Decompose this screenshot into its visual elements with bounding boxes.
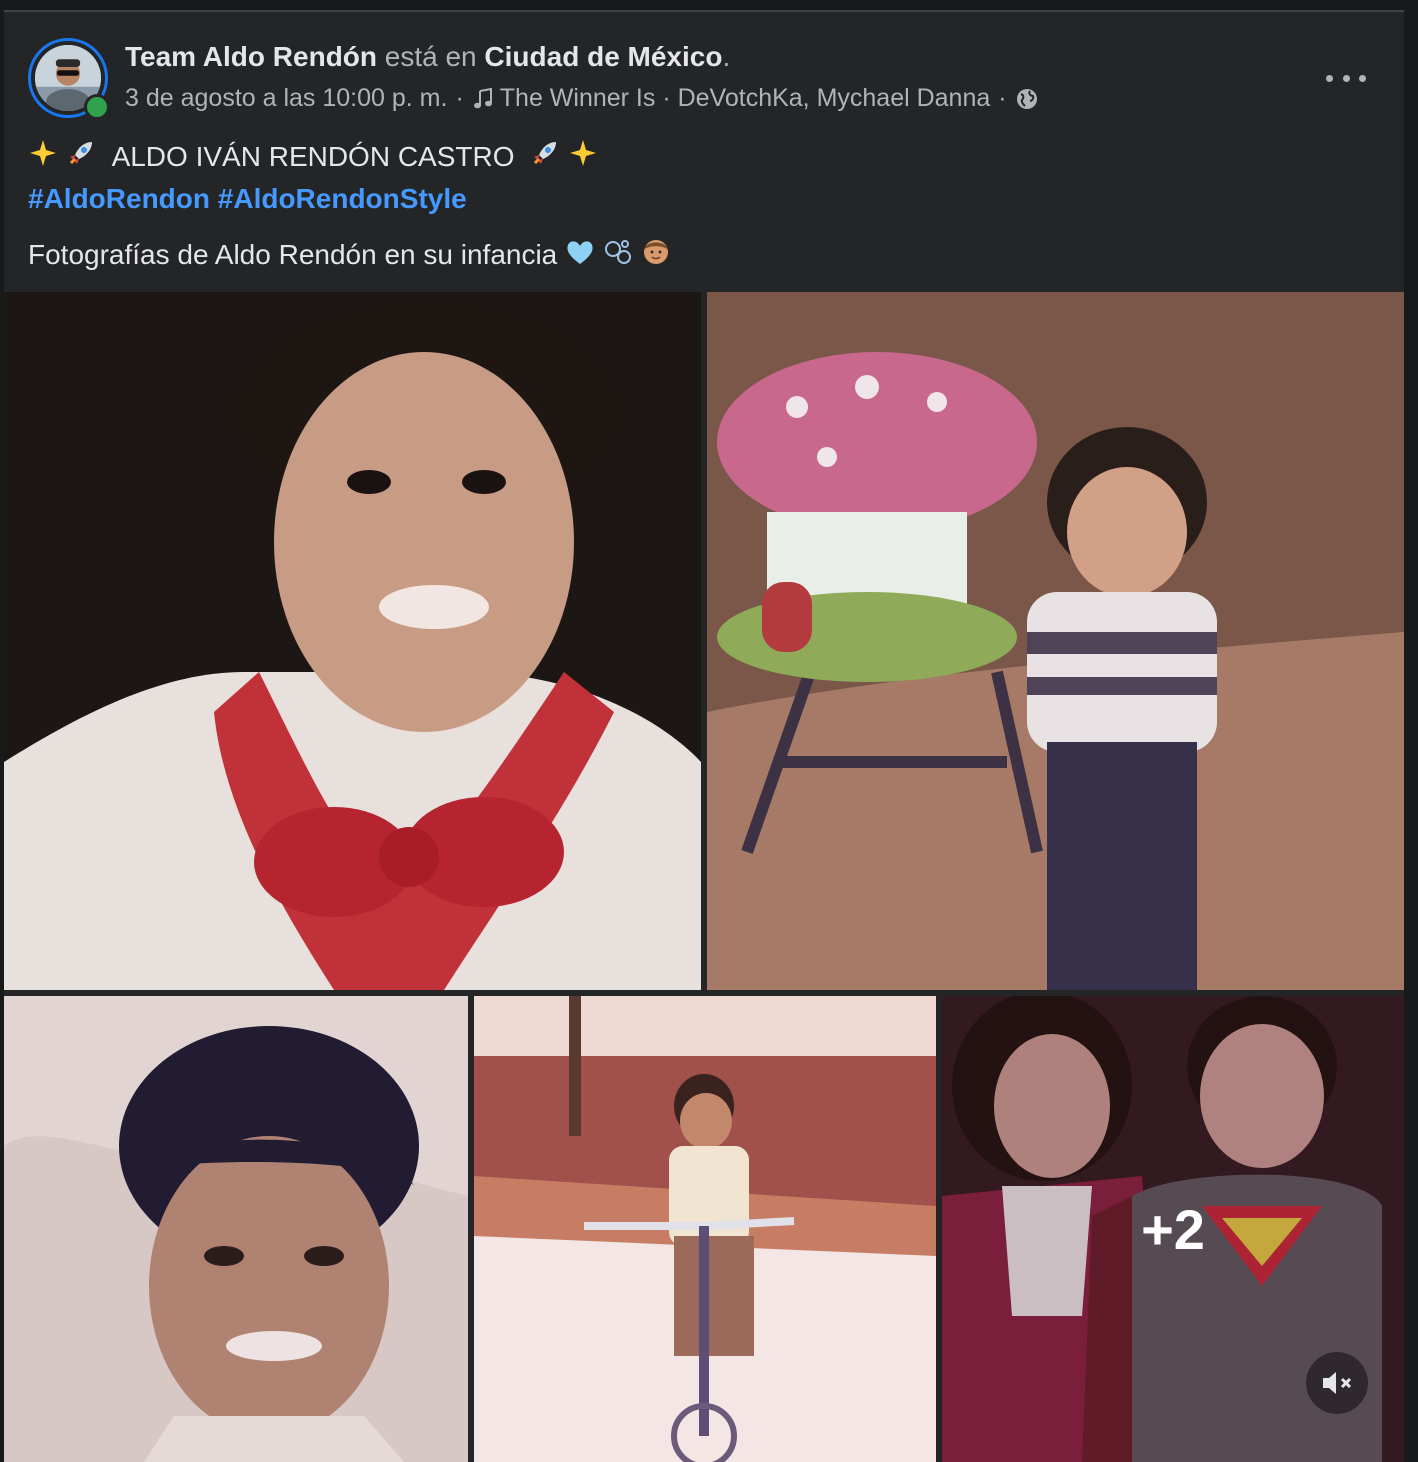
location-link[interactable]: Ciudad de México <box>484 41 722 72</box>
post-header: Team Aldo Rendón está en Ciudad de Méxic… <box>28 38 1384 128</box>
glowing-star-icon <box>28 138 58 179</box>
hashtag-link[interactable]: #AldoRendonStyle <box>218 183 467 214</box>
hashtags-row: #AldoRendon #AldoRendonStyle <box>28 179 1380 219</box>
more-dot <box>1359 74 1366 82</box>
connector-text: está en <box>384 41 477 72</box>
photo-toddler-mushroom-chair <box>707 292 1404 990</box>
title-period: . <box>722 41 731 72</box>
meta-separator: · <box>455 84 464 112</box>
meta-separator: · <box>998 84 1007 112</box>
post-title-line: Team Aldo Rendón está en Ciudad de Méxic… <box>125 41 730 73</box>
post-meta: 3 de agosto a las 10:00 p. m. · The Winn… <box>125 84 1039 113</box>
boy-face-icon <box>641 236 671 277</box>
more-dot <box>1326 74 1333 82</box>
rocket-icon <box>66 138 96 179</box>
gallery-photo[interactable] <box>4 996 468 1462</box>
music-note-icon <box>472 87 494 110</box>
more-options-button[interactable] <box>1326 66 1366 90</box>
gallery-photo[interactable]: +2 <box>942 996 1404 1462</box>
more-photos-count: +2 <box>1141 1197 1205 1261</box>
glowing-star-icon <box>568 138 598 179</box>
music-track-link[interactable]: The Winner Is · DeVotchKa, Mychael Danna <box>500 84 991 113</box>
online-status-indicator <box>84 94 110 120</box>
post-caption: Fotografías de Aldo Rendón en su infanci… <box>28 239 558 271</box>
gallery-photo[interactable] <box>707 292 1404 990</box>
photo-boy-bicycle <box>474 996 936 1462</box>
gallery-photo[interactable] <box>474 996 936 1462</box>
post-caption-row: Fotografías de Aldo Rendón en su infanci… <box>28 235 1380 277</box>
hashtag-link[interactable]: #AldoRendon <box>28 183 210 214</box>
post-card: Team Aldo Rendón está en Ciudad de Méxic… <box>4 10 1404 1462</box>
bubbles-icon <box>603 237 633 277</box>
light-blue-heart-icon <box>565 237 595 277</box>
photo-child-red-bow <box>4 292 701 990</box>
mute-button[interactable] <box>1306 1352 1368 1414</box>
rocket-icon <box>530 138 560 179</box>
post-text: ALDO IVÁN RENDÓN CASTRO #AldoRendon #Ald… <box>28 137 1380 277</box>
speaker-muted-icon <box>1320 1368 1354 1398</box>
post-title-row: ALDO IVÁN RENDÓN CASTRO <box>28 137 1380 179</box>
post-title-text: ALDO IVÁN RENDÓN CASTRO <box>111 141 515 172</box>
globe-icon[interactable] <box>1015 87 1039 111</box>
author-name-link[interactable]: Team Aldo Rendón <box>125 41 377 72</box>
gallery-photo[interactable] <box>4 292 701 990</box>
photo-gallery: +2 <box>4 292 1404 1462</box>
more-dot <box>1342 74 1350 82</box>
post-date-link[interactable]: 3 de agosto a las 10:00 p. m. <box>125 84 447 113</box>
photo-boy-smiling <box>4 996 468 1462</box>
